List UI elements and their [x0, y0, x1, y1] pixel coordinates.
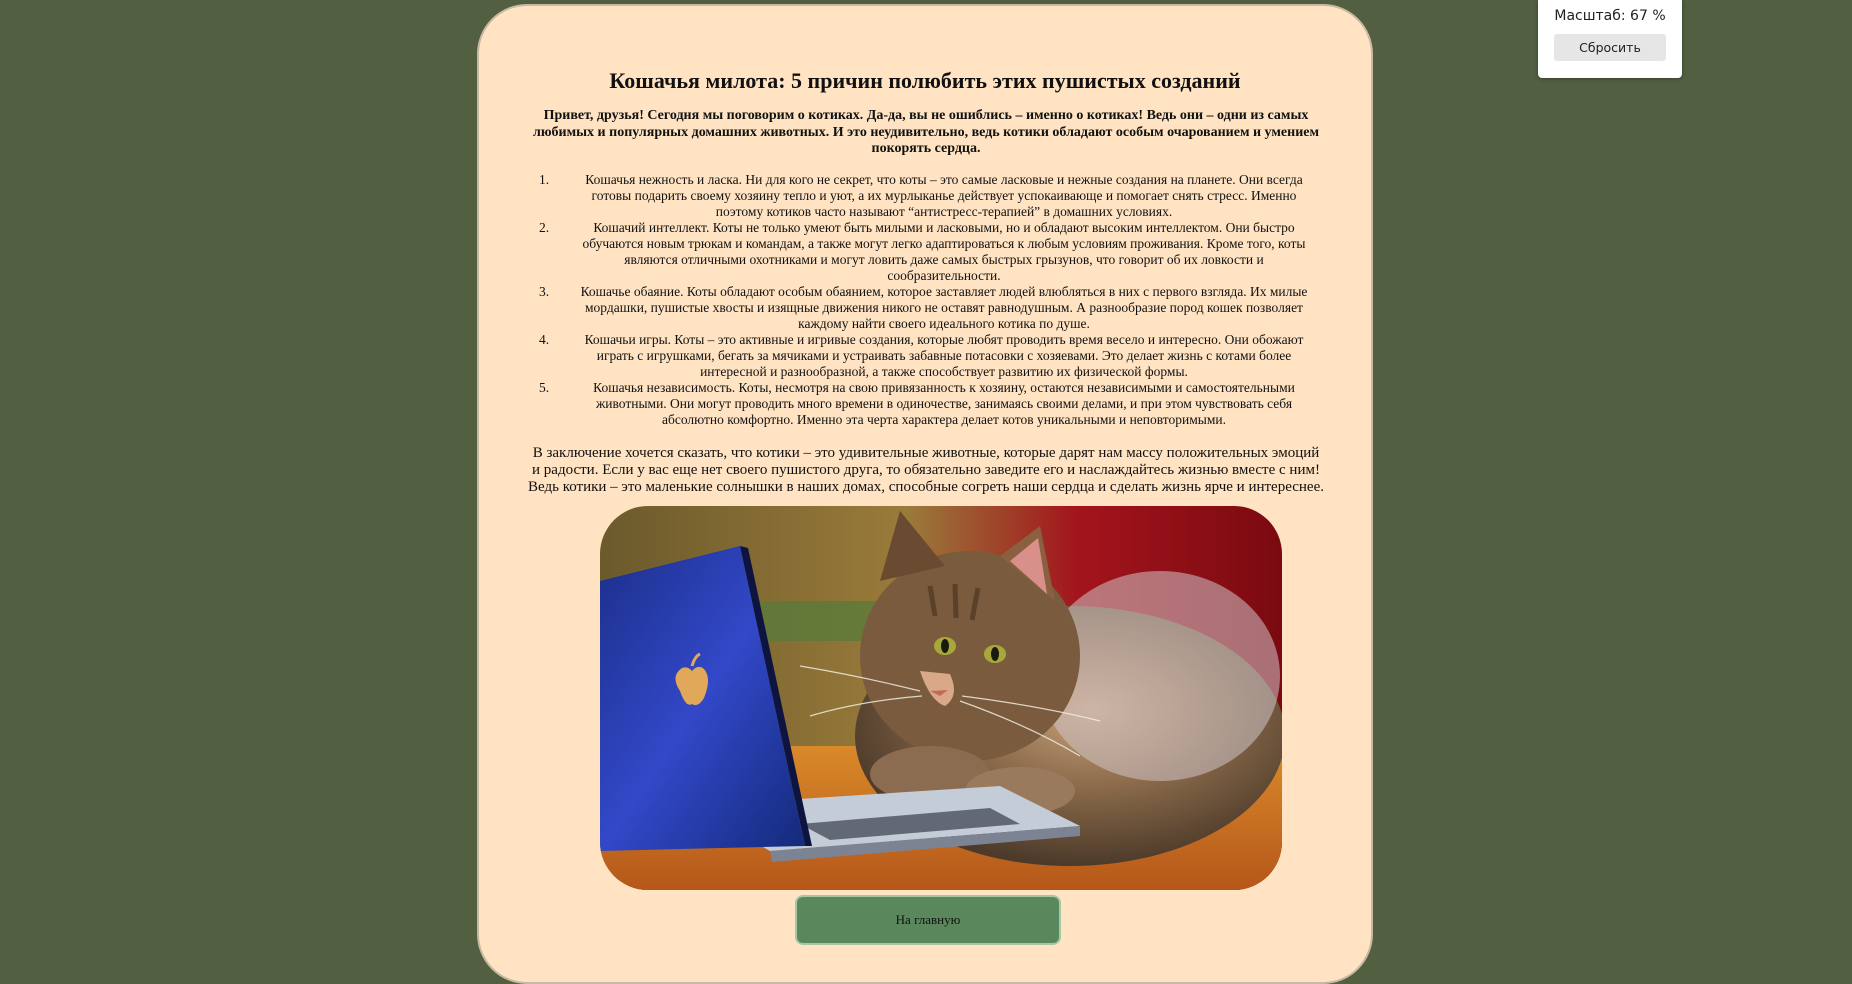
- zoom-level-label: Масштаб: 67 %: [1554, 8, 1666, 24]
- article-conclusion: В заключение хочется сказать, что котики…: [528, 445, 1324, 495]
- reasons-list: 1. Кошачья нежность и ласка. Ни для кого…: [531, 172, 1321, 428]
- list-item-text: Кошачий интеллект. Коты не только умеют …: [582, 220, 1306, 283]
- zoom-popup: Масштаб: 67 % Сбросить: [1538, 0, 1682, 78]
- list-item-text: Кошачья независимость. Коты, несмотря на…: [593, 380, 1295, 427]
- article-title: Кошачья милота: 5 причин полюбить этих п…: [609, 68, 1241, 93]
- cat-laptop-image: [600, 506, 1282, 890]
- home-button[interactable]: На главную: [795, 895, 1061, 945]
- article-card: Кошачья милота: 5 причин полюбить этих п…: [477, 4, 1373, 984]
- list-item: 2. Кошачий интеллект. Коты не только уме…: [531, 220, 1321, 284]
- list-item-number: 4.: [539, 332, 550, 347]
- list-item-number: 5.: [539, 380, 550, 395]
- list-item: 4. Кошачьи игры. Коты – это активные и и…: [531, 332, 1321, 380]
- list-item-text: Кошачья нежность и ласка. Ни для кого не…: [585, 172, 1303, 219]
- list-item-number: 2.: [539, 220, 550, 235]
- zoom-reset-button[interactable]: Сбросить: [1554, 34, 1666, 61]
- list-item-text: Кошачье обаяние. Коты обладают особым об…: [580, 284, 1308, 331]
- article-intro: Привет, друзья! Сегодня мы поговорим о к…: [532, 108, 1320, 156]
- list-item: 3. Кошачье обаяние. Коты обладают особым…: [531, 284, 1321, 332]
- list-item: 1. Кошачья нежность и ласка. Ни для кого…: [531, 172, 1321, 220]
- list-item-text: Кошачьи игры. Коты – это активные и игри…: [584, 332, 1304, 379]
- list-item: 5. Кошачья независимость. Коты, несмотря…: [531, 380, 1321, 428]
- list-item-number: 1.: [539, 172, 550, 187]
- list-item-number: 3.: [539, 284, 550, 299]
